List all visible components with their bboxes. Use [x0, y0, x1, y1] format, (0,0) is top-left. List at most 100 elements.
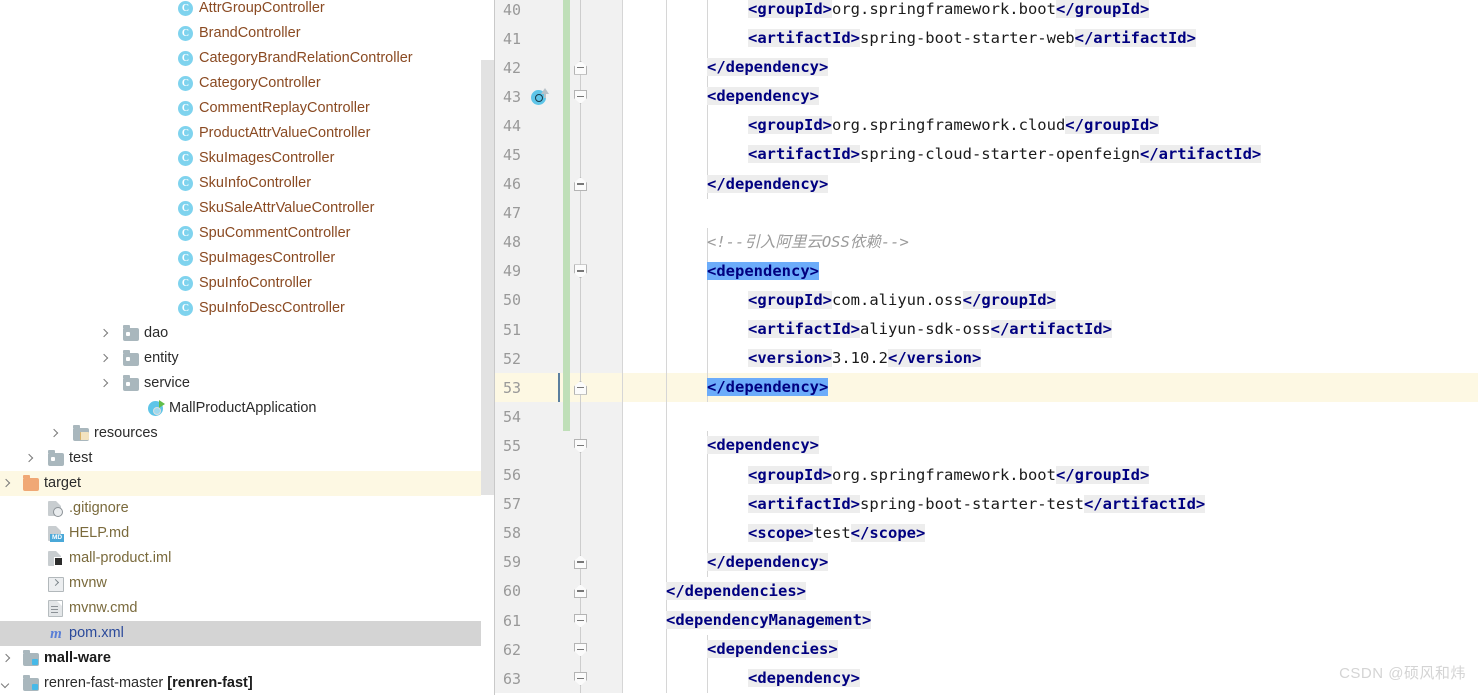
tree-item-entity[interactable]: entity [0, 346, 495, 371]
code-line-content[interactable] [623, 402, 1478, 432]
editor-gutter[interactable]: 63 [495, 664, 623, 694]
vcs-change-marker[interactable] [563, 256, 570, 286]
vcs-change-marker[interactable] [563, 0, 570, 25]
tree-item-resources[interactable]: resources [0, 421, 495, 446]
editor-gutter[interactable]: 50 [495, 285, 623, 316]
code-fold-toggle[interactable] [574, 671, 587, 686]
editor-gutter[interactable]: 44 [495, 111, 623, 141]
editor-gutter[interactable]: 51 [495, 315, 623, 345]
code-line-41[interactable]: 41 <artifactId>spring-boot-starter-web</a… [495, 24, 1478, 54]
code-line-content[interactable]: <groupId>org.springframework.boot</group… [623, 0, 1478, 25]
code-line-50[interactable]: 50 <groupId>com.aliyun.oss</groupId> [495, 285, 1478, 316]
tree-expand-arrow[interactable] [98, 378, 110, 390]
code-fold-toggle[interactable] [574, 438, 587, 453]
editor-gutter[interactable]: 52 [495, 344, 623, 374]
code-line-43[interactable]: 43 <dependency> [495, 82, 1478, 112]
tree-expand-arrow[interactable] [23, 453, 35, 465]
tree-expand-arrow[interactable] [48, 428, 60, 440]
maven-run-gutter-icon[interactable] [531, 87, 549, 106]
code-fold-toggle[interactable] [574, 264, 587, 279]
editor-gutter[interactable]: 42 [495, 53, 623, 83]
editor-lines[interactable]: 40 <groupId>org.springframework.boot</gro… [495, 0, 1478, 694]
code-line-content[interactable]: <artifactId>spring-boot-starter-web</art… [623, 24, 1478, 54]
code-line-57[interactable]: 57 <artifactId>spring-boot-starter-test</… [495, 489, 1478, 519]
code-line-49[interactable]: 49 <dependency> [495, 256, 1478, 286]
tree-item-test[interactable]: test [0, 446, 495, 471]
editor-gutter[interactable]: 56 [495, 460, 623, 490]
vcs-change-marker[interactable] [563, 82, 570, 112]
editor-gutter[interactable]: 59 [495, 547, 623, 577]
code-line-content[interactable]: </dependency> [623, 373, 1478, 403]
vcs-change-marker[interactable] [563, 344, 570, 374]
editor-gutter[interactable]: 47 [495, 198, 623, 228]
code-fold-toggle[interactable] [574, 89, 587, 104]
editor-gutter[interactable]: 58 [495, 518, 623, 548]
vcs-change-marker[interactable] [563, 140, 570, 170]
code-fold-toggle[interactable] [574, 177, 587, 192]
tree-item-attrgroupcontroller[interactable]: C AttrGroupController [0, 0, 495, 21]
code-line-content[interactable]: <groupId>org.springframework.cloud</grou… [623, 111, 1478, 141]
tree-item-spuimagescontroller[interactable]: C SpuImagesController [0, 246, 495, 271]
code-line-40[interactable]: 40 <groupId>org.springframework.boot</gro… [495, 0, 1478, 25]
tree-expand-arrow[interactable] [0, 478, 12, 490]
code-line-content[interactable]: <dependency> [623, 82, 1478, 112]
code-line-content[interactable]: </dependency> [623, 547, 1478, 577]
code-line-content[interactable]: <artifactId>spring-cloud-starter-openfei… [623, 140, 1478, 170]
code-line-content[interactable]: <artifactId>aliyun-sdk-oss</artifactId> [623, 315, 1478, 345]
tree-item-dao[interactable]: dao [0, 321, 495, 346]
editor-gutter[interactable]: 43 [495, 82, 623, 112]
code-line-42[interactable]: 42 </dependency> [495, 53, 1478, 83]
vcs-change-marker[interactable] [563, 53, 570, 83]
tree-item-spuinfodesccontroller[interactable]: C SpuInfoDescController [0, 296, 495, 321]
code-line-54[interactable]: 54 [495, 402, 1478, 432]
vcs-change-marker[interactable] [563, 227, 570, 257]
vcs-change-marker[interactable] [563, 315, 570, 345]
editor-gutter[interactable]: 49 [495, 256, 623, 286]
vcs-change-marker[interactable] [563, 373, 570, 403]
tree-item-pom-xml[interactable]: m pom.xml [0, 621, 495, 646]
editor-gutter[interactable]: 45 [495, 140, 623, 170]
code-line-52[interactable]: 52 <version>3.10.2</version> [495, 344, 1478, 374]
code-line-56[interactable]: 56 <groupId>org.springframework.boot</gro… [495, 460, 1478, 490]
code-line-content[interactable]: <dependencies> [623, 635, 1478, 665]
code-line-content[interactable]: <dependencyManagement> [623, 605, 1478, 636]
editor-gutter[interactable]: 61 [495, 605, 623, 636]
tree-item-gitignore[interactable]: .gitignore [0, 496, 495, 521]
code-fold-toggle[interactable] [574, 584, 587, 599]
code-fold-toggle[interactable] [574, 380, 587, 395]
tree-item-spucommentcontroller[interactable]: C SpuCommentController [0, 221, 495, 246]
code-line-content[interactable]: <artifactId>spring-boot-starter-test</ar… [623, 489, 1478, 519]
vcs-change-marker[interactable] [563, 111, 570, 141]
editor-gutter[interactable]: 41 [495, 24, 623, 54]
code-line-58[interactable]: 58 <scope>test</scope> [495, 518, 1478, 548]
code-line-62[interactable]: 62 <dependencies> [495, 635, 1478, 665]
code-fold-toggle[interactable] [574, 613, 587, 628]
vcs-change-marker[interactable] [563, 402, 570, 432]
editor-gutter[interactable]: 40 [495, 0, 623, 25]
code-line-content[interactable]: <version>3.10.2</version> [623, 344, 1478, 374]
tree-item-spuinfocontroller[interactable]: C SpuInfoController [0, 271, 495, 296]
tree-item-categorybrandrelationcontroller[interactable]: C CategoryBrandRelationController [0, 46, 495, 71]
editor-gutter[interactable]: 54 [495, 402, 623, 432]
editor-gutter[interactable]: 46 [495, 169, 623, 199]
code-line-44[interactable]: 44 <groupId>org.springframework.cloud</gr… [495, 111, 1478, 141]
code-line-59[interactable]: 59 </dependency> [495, 547, 1478, 577]
tree-item-renren-fast-master[interactable]: renren-fast-master [renren-fast] [0, 671, 495, 695]
code-line-55[interactable]: 55 <dependency> [495, 431, 1478, 461]
code-line-content[interactable]: <groupId>org.springframework.boot</group… [623, 460, 1478, 490]
vcs-change-marker[interactable] [563, 285, 570, 316]
tree-item-productattrvaluecontroller[interactable]: C ProductAttrValueController [0, 121, 495, 146]
code-line-content[interactable] [623, 198, 1478, 228]
code-line-content[interactable]: <!--引入阿里云OSS依赖--> [623, 227, 1478, 257]
editor-gutter[interactable]: 62 [495, 635, 623, 665]
code-line-53[interactable]: 53 </dependency> [495, 373, 1478, 403]
code-fold-toggle[interactable] [574, 60, 587, 75]
editor-gutter[interactable]: 57 [495, 489, 623, 519]
tree-item-help-md[interactable]: HELP.md [0, 521, 495, 546]
tree-item-target[interactable]: target [0, 471, 495, 496]
code-line-60[interactable]: 60 </dependencies> [495, 576, 1478, 606]
project-tree-scrollbar-thumb[interactable] [481, 60, 494, 495]
code-line-63[interactable]: 63 <dependency> [495, 664, 1478, 694]
code-line-48[interactable]: 48 <!--引入阿里云OSS依赖--> [495, 227, 1478, 257]
editor-gutter[interactable]: 60 [495, 576, 623, 606]
